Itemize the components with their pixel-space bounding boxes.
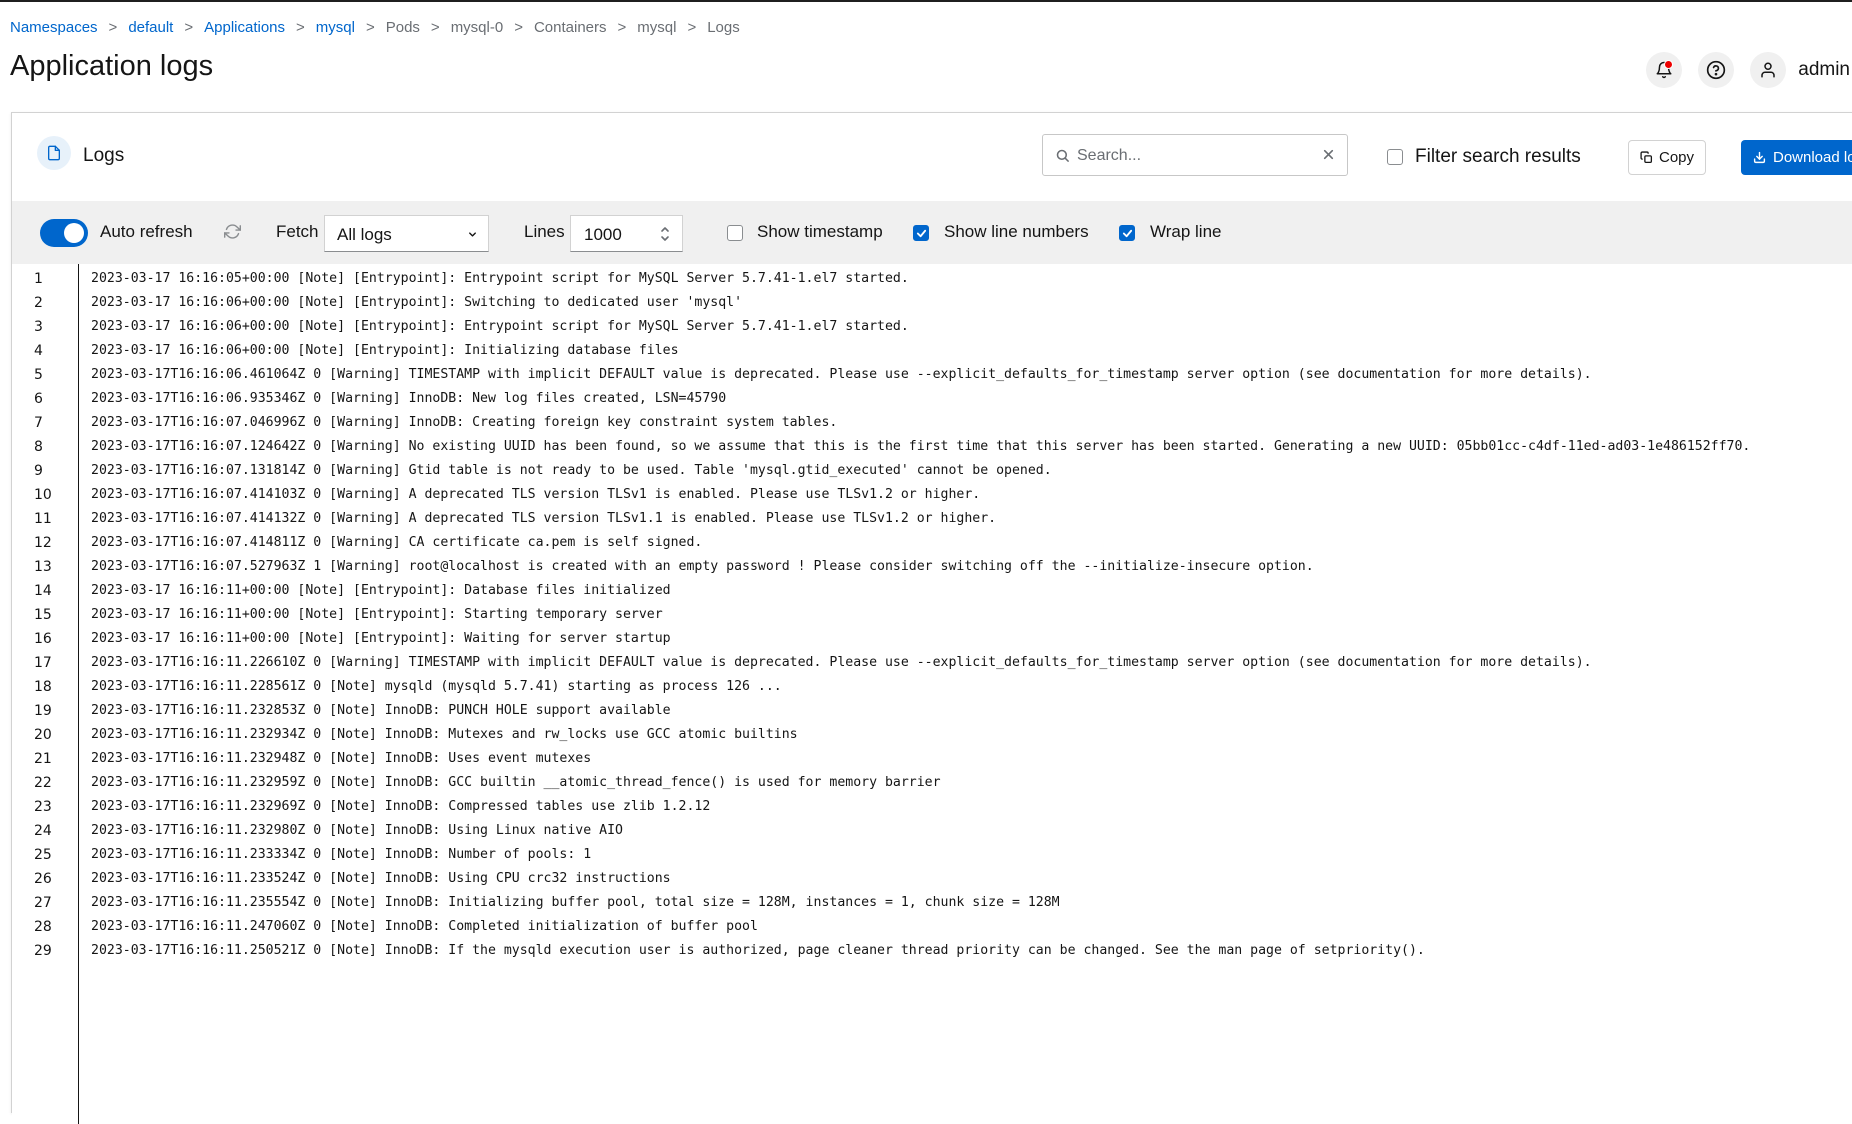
lines-label: Lines	[524, 222, 565, 241]
user-menu-button[interactable]	[1750, 52, 1787, 88]
breadcrumb-separator: >	[108, 19, 118, 36]
breadcrumb-separator: >	[365, 19, 375, 36]
breadcrumb-item[interactable]: Namespaces	[10, 19, 98, 36]
header-actions: admin	[1630, 52, 1852, 88]
wrap-line-label: Wrap line	[1150, 222, 1222, 241]
logs-card-header: Logs Filter search results Copy Download…	[12, 113, 1852, 201]
log-viewer[interactable]: 1 2023-03-17 16:16:05+00:00 [Note] [Entry…	[12, 264, 1852, 1124]
user-icon	[1761, 62, 1775, 78]
log-text: 2023-03-17T16:16:11.250521Z 0 [Note] Inn…	[91, 943, 1425, 958]
line-number: 29	[34, 943, 52, 959]
chevron-down-icon	[469, 232, 476, 237]
toggle-knob	[64, 223, 84, 243]
search-icon	[1056, 149, 1069, 162]
show-timestamp-checkbox[interactable]	[727, 225, 743, 241]
checkmark-icon	[916, 229, 926, 237]
auto-refresh-label: Auto refresh	[100, 222, 193, 241]
page-title: Application logs	[10, 50, 214, 82]
copy-label: Copy	[1658, 149, 1695, 166]
stepper-arrows-icon[interactable]	[659, 225, 671, 243]
breadcrumb-item[interactable]: Applications	[204, 19, 285, 36]
fetch-label: Fetch	[276, 222, 319, 241]
log-toolbar: Auto refresh Fetch All logs Lines 1000 S…	[12, 201, 1852, 264]
top-border	[0, 0, 1852, 2]
copy-button[interactable]: Copy	[1628, 140, 1706, 175]
breadcrumb-item[interactable]: default	[128, 19, 173, 36]
filter-search-results-label: Filter search results	[1415, 146, 1581, 167]
checkmark-icon	[1122, 229, 1132, 237]
clear-search-icon[interactable]	[1322, 148, 1335, 161]
download-logs-label: Download logs	[1773, 149, 1852, 166]
breadcrumb-separator: >	[687, 19, 697, 36]
breadcrumb-item[interactable]: mysql	[316, 19, 355, 36]
breadcrumb: Namespaces > default > Applications > mysql > Po…	[10, 19, 740, 36]
breadcrumb-item: Containers	[533, 19, 607, 36]
show-line-numbers-label: Show line numbers	[944, 222, 1089, 241]
breadcrumb-separator: >	[430, 19, 440, 36]
wrap-line-checkbox[interactable]	[1119, 225, 1135, 241]
breadcrumb-item: Logs	[707, 19, 740, 36]
search-input[interactable]	[1075, 143, 1309, 169]
lines-stepper[interactable]: 1000	[570, 215, 683, 252]
copy-icon	[1640, 151, 1653, 164]
breadcrumb-separator: >	[184, 19, 194, 36]
breadcrumb-item: Pods	[385, 19, 420, 36]
show-timestamp-label: Show timestamp	[757, 222, 883, 241]
help-button[interactable]	[1698, 52, 1735, 88]
fetch-select[interactable]: All logs	[324, 215, 489, 252]
breadcrumb-separator: >	[617, 19, 627, 36]
filter-search-results[interactable]: Filter search results	[1387, 146, 1581, 168]
breadcrumb-separator: >	[514, 19, 523, 36]
show-line-numbers-checkbox[interactable]	[913, 225, 929, 241]
help-icon	[1707, 60, 1726, 80]
lines-value: 1000	[584, 225, 622, 244]
file-icon	[37, 136, 71, 170]
user-name[interactable]: admin	[1798, 59, 1850, 81]
log-line: 29 2023-03-17T16:16:11.250521Z 0 [Note] I…	[12, 937, 1852, 965]
download-logs-button[interactable]: Download logs	[1741, 140, 1852, 175]
breadcrumb-item: mysql	[637, 19, 677, 36]
filter-search-results-checkbox[interactable]	[1387, 149, 1403, 165]
download-icon	[1753, 151, 1766, 164]
search-box	[1042, 134, 1348, 176]
auto-refresh-toggle[interactable]	[40, 219, 88, 247]
breadcrumb-separator: >	[296, 19, 305, 36]
logs-title: Logs	[83, 145, 125, 166]
fetch-select-value: All logs	[337, 225, 392, 244]
breadcrumb-item: mysql-0	[450, 19, 504, 36]
notifications-button[interactable]	[1646, 52, 1683, 88]
refresh-icon[interactable]	[224, 223, 241, 240]
logs-card: Logs Filter search results Copy Download…	[11, 112, 1852, 1124]
